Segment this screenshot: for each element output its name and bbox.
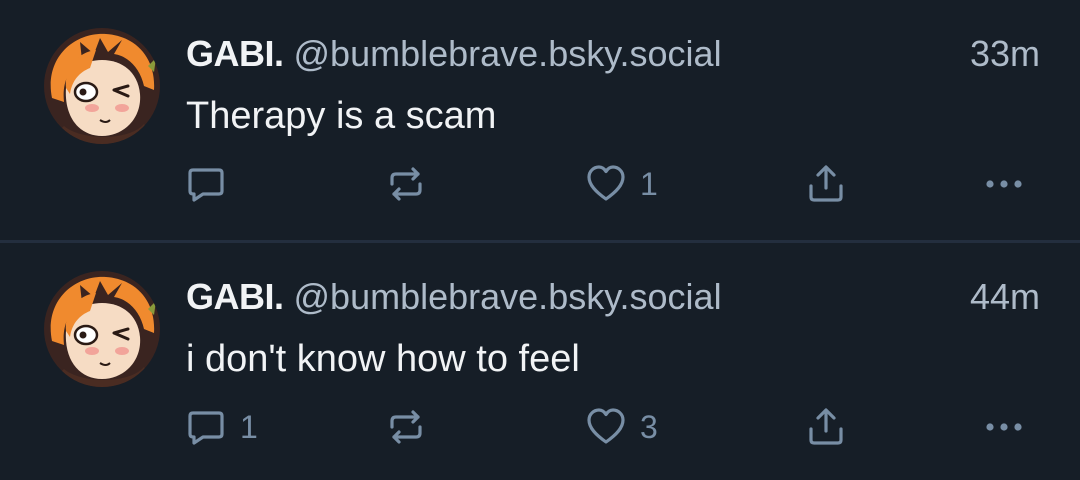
avatar[interactable]	[44, 271, 160, 387]
post-text: i don't know how to feel	[186, 338, 580, 380]
author-handle[interactable]: @bumblebrave.bsky.social	[294, 33, 722, 74]
repost-button[interactable]	[384, 160, 428, 208]
reply-icon	[184, 162, 228, 206]
more-icon	[982, 162, 1026, 206]
post-actions: 1 3	[0, 403, 1080, 451]
like-count: 3	[640, 409, 658, 445]
repost-button[interactable]	[384, 403, 428, 451]
like-button[interactable]: 1	[584, 160, 658, 208]
share-button[interactable]	[804, 403, 848, 451]
share-button[interactable]	[804, 160, 848, 208]
post-feed: GABI. @bumblebrave.bsky.social 33m Therap…	[0, 0, 1080, 480]
share-icon	[804, 405, 848, 449]
author-name[interactable]: GABI.	[186, 276, 284, 317]
like-count: 1	[640, 166, 658, 202]
author-handle[interactable]: @bumblebrave.bsky.social	[294, 276, 722, 317]
reply-icon	[184, 405, 228, 449]
reply-count: 1	[240, 409, 258, 445]
more-icon	[982, 405, 1026, 449]
reply-button[interactable]: 1	[184, 403, 258, 451]
post-actions: 1	[0, 160, 1080, 208]
avatar[interactable]	[44, 28, 160, 144]
reply-button[interactable]	[184, 160, 240, 208]
post-timestamp[interactable]: 44m	[970, 275, 1040, 319]
more-options-button[interactable]	[982, 160, 1026, 208]
more-options-button[interactable]	[982, 403, 1026, 451]
author-name[interactable]: GABI.	[186, 33, 284, 74]
repost-icon	[384, 405, 428, 449]
post-text: Therapy is a scam	[186, 95, 497, 137]
heart-icon	[584, 405, 628, 449]
like-button[interactable]: 3	[584, 403, 658, 451]
post-timestamp[interactable]: 33m	[970, 32, 1040, 76]
post-header: GABI. @bumblebrave.bsky.social	[186, 275, 722, 319]
post-header: GABI. @bumblebrave.bsky.social	[186, 32, 722, 76]
share-icon	[804, 162, 848, 206]
post-item[interactable]: GABI. @bumblebrave.bsky.social 33m Therap…	[0, 0, 1080, 240]
repost-icon	[384, 162, 428, 206]
post-item[interactable]: GABI. @bumblebrave.bsky.social 44m i don'…	[0, 243, 1080, 480]
heart-icon	[584, 162, 628, 206]
